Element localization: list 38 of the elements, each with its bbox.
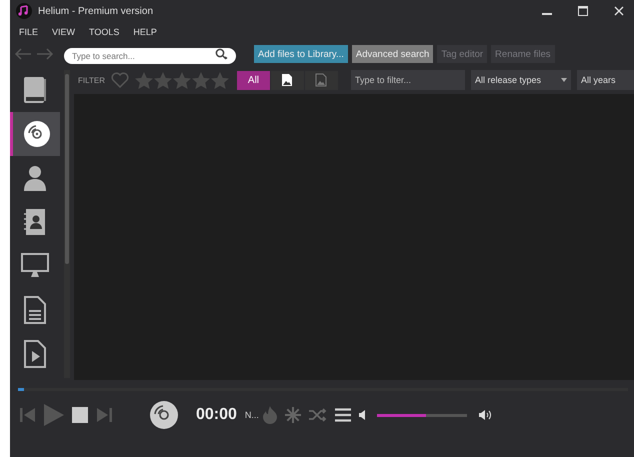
filter-segment[interactable]: All	[236, 70, 271, 90]
disc-icon[interactable]	[150, 401, 178, 429]
menu-item[interactable]: HELP	[133, 27, 157, 37]
toolbar-button[interactable]: Advanced search	[352, 45, 434, 63]
search-icon	[215, 48, 229, 60]
sidebar-item[interactable]	[10, 112, 60, 156]
time-display: 00:00	[196, 406, 237, 424]
contacts-icon	[22, 208, 48, 236]
window-title: Helium - Premium version	[38, 6, 154, 16]
caret-icon	[560, 78, 567, 82]
app-logo-icon	[16, 3, 32, 19]
menu-item[interactable]: TOOLS	[89, 27, 120, 37]
volume-slider[interactable]	[376, 414, 467, 416]
menu-icon[interactable]	[334, 408, 351, 422]
track-title: N...	[244, 410, 259, 420]
menu-item[interactable]: VIEW	[52, 27, 76, 37]
person-icon	[22, 164, 48, 192]
release-type-dropdown[interactable]: All release types	[470, 70, 571, 90]
menu-item[interactable]: FILE	[19, 27, 38, 37]
disc-icon	[22, 120, 50, 148]
document-icon	[23, 296, 47, 324]
image-icon	[281, 73, 294, 87]
maximize-icon[interactable]	[578, 6, 588, 16]
scrollbar[interactable]	[64, 70, 70, 378]
shuffle-icon[interactable]	[308, 408, 327, 422]
image-icon	[315, 73, 328, 87]
monitor-icon	[21, 253, 49, 279]
asterisk-icon[interactable]	[284, 407, 301, 423]
year-dropdown[interactable]: All years	[576, 70, 634, 90]
filter-field[interactable]: Type to filter...	[350, 70, 465, 90]
volume-high-icon[interactable]	[478, 410, 492, 420]
video-file-icon	[23, 340, 47, 368]
book-icon	[22, 76, 48, 104]
close-icon[interactable]	[614, 6, 624, 16]
search-field[interactable]: Type to search...	[64, 48, 236, 64]
volume-low-icon[interactable]	[358, 410, 365, 420]
filter-label: FILTER	[78, 76, 105, 84]
star-rating[interactable]	[134, 72, 229, 88]
